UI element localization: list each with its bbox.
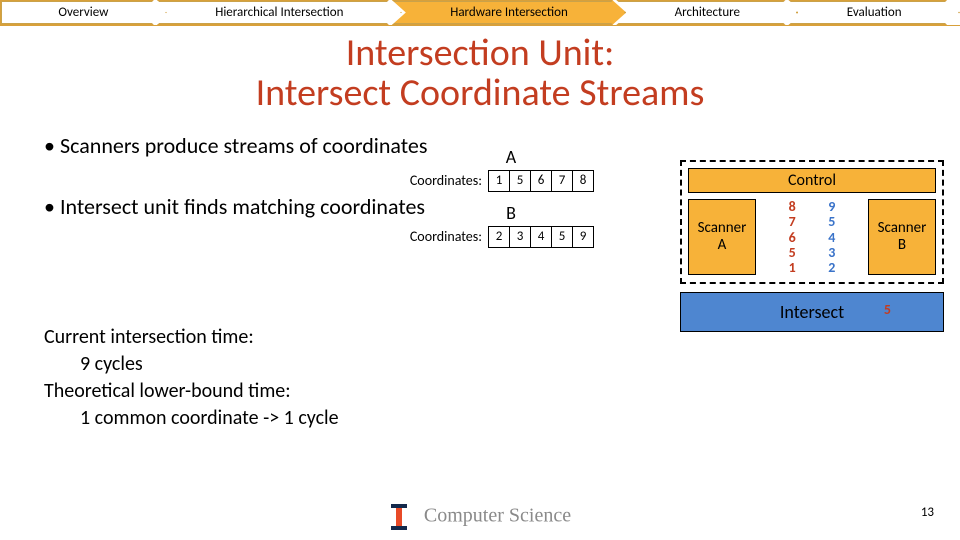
scanner-b-box: Scanner B [868,199,936,275]
cell: 5 [551,226,573,248]
crumb-label: Architecture [675,5,740,20]
cell: 8 [572,170,594,192]
coord-word: Coordinates: [396,228,488,245]
crumb-overview[interactable]: Overview [0,0,167,25]
cell: 2 [488,226,510,248]
illinois-logo-icon [389,504,409,530]
crumb-label: Overview [58,5,108,20]
footer: Computer Science [0,504,960,530]
crumb-label: Hierarchical Intersection [215,5,343,20]
stack-val: 5 [789,245,796,260]
stack-val: 2 [828,260,835,275]
cell: 7 [551,170,573,192]
intersect-output: 5 [884,301,891,318]
architecture-diagram: Control Scanner A 8 7 6 5 1 9 5 4 3 2 Sc… [680,160,944,332]
stream-b-label: B [396,202,626,224]
page-number: 13 [921,505,934,520]
stream-a-label: A [396,146,626,168]
intersect-label: Intersect [780,301,844,323]
crumb-label: Hardware Intersection [450,5,568,20]
crumb-hierarchical[interactable]: Hierarchical Intersection [157,0,402,25]
crumb-hardware[interactable]: Hardware Intersection [392,0,626,25]
intersect-box: Intersect 5 [680,292,944,332]
cell: 5 [509,170,531,192]
coord-word: Coordinates: [396,172,488,189]
cell: 9 [572,226,594,248]
scanner-a-box: Scanner A [688,199,756,275]
coordinate-streams: A Coordinates: 1 5 6 7 8 B Coordinates: … [396,146,626,258]
page-title: Intersection Unit: Intersect Coordinate … [0,34,960,114]
stack-val: 8 [789,199,796,214]
crumb-label: Evaluation [847,5,902,20]
stack-val: 1 [789,260,796,275]
timing-text: Current intersection time: 9 cycles Theo… [44,324,339,432]
stack-val: 9 [828,199,835,214]
stack-val: 5 [828,214,835,229]
control-box: Control [688,168,936,193]
breadcrumb-nav: Overview Hierarchical Intersection Hardw… [0,0,960,26]
scanner-a-label: Scanner A [698,220,747,255]
timing-line: Current intersection time: [44,324,339,351]
cell: 4 [530,226,552,248]
stack-val: 6 [789,230,796,245]
stack-val: 4 [828,230,835,245]
scanner-a-stack: 8 7 6 5 1 [789,199,796,276]
stack-val: 3 [828,245,835,260]
cell: 6 [530,170,552,192]
stream-b-cells: 2 3 4 5 9 [488,226,594,248]
title-line: Intersect Coordinate Streams [256,70,705,116]
timing-line: 9 cycles [44,351,339,378]
scanner-b-stack: 9 5 4 3 2 [828,199,835,276]
timing-line: Theoretical lower-bound time: [44,378,339,405]
stream-a-cells: 1 5 6 7 8 [488,170,594,192]
cell: 1 [488,170,510,192]
scanner-b-label: Scanner B [878,220,927,255]
crumb-architecture[interactable]: Architecture [616,0,798,25]
stack-val: 7 [789,214,796,229]
cell: 3 [509,226,531,248]
footer-text: Computer Science [424,505,571,527]
timing-line: 1 common coordinate -> 1 cycle [44,405,339,432]
crumb-evaluation[interactable]: Evaluation [788,0,960,25]
